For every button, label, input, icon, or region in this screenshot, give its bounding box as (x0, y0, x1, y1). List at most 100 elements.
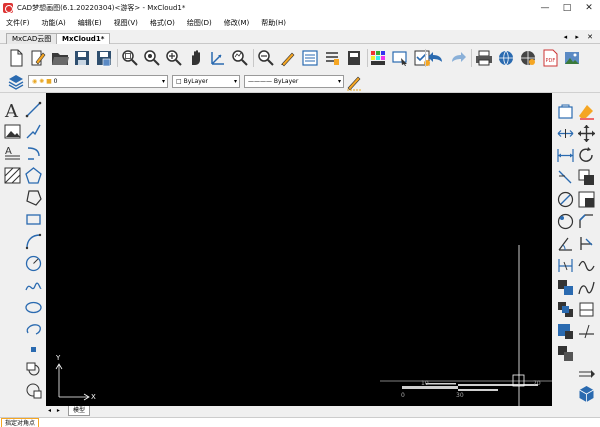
zoom-realtime-button[interactable] (230, 48, 250, 68)
array-button[interactable] (576, 189, 597, 210)
close-button[interactable]: ✕ (578, 0, 600, 16)
join-button[interactable] (576, 277, 597, 298)
explode-button[interactable] (555, 277, 576, 298)
stretch-button[interactable] (555, 123, 576, 144)
zoom-previous-button[interactable] (208, 48, 228, 68)
menu-help[interactable]: 帮助(H) (261, 18, 286, 28)
undo-button[interactable] (426, 48, 446, 68)
redo-button[interactable] (448, 48, 468, 68)
copy-clip-button[interactable] (555, 343, 576, 364)
polyline-tool-button[interactable] (23, 121, 44, 142)
mtext-tool-button[interactable]: A (2, 143, 23, 164)
zoom-window-button[interactable] (120, 48, 140, 68)
extend-button[interactable] (555, 167, 576, 188)
toolbar-separator (253, 49, 254, 67)
rotate-button[interactable] (576, 145, 597, 166)
scale-bar-segment (402, 386, 458, 389)
tab-mxcloud1[interactable]: MxCloud1* (56, 33, 111, 44)
menu-draw[interactable]: 绘图(D) (187, 18, 212, 28)
three-point-arc-button[interactable] (23, 231, 44, 252)
ungroup-button[interactable] (555, 321, 576, 342)
zoom-in-button[interactable] (164, 48, 184, 68)
drawing-canvas[interactable]: 0 10 30 70 Y X (46, 93, 552, 406)
select-tool-button[interactable] (390, 48, 410, 68)
point-tool-button[interactable] (23, 339, 44, 360)
arc-tool-button[interactable] (23, 143, 44, 164)
fillet-button[interactable] (555, 211, 576, 232)
properties-button[interactable] (300, 48, 320, 68)
block-button[interactable] (344, 48, 364, 68)
region-tool-button[interactable] (23, 187, 44, 208)
save-button[interactable] (72, 48, 92, 68)
erase-button[interactable] (576, 101, 597, 122)
save-as-button[interactable] (94, 48, 114, 68)
make-block-button[interactable] (23, 379, 44, 400)
break-button[interactable] (576, 255, 597, 276)
chamfer-icon (579, 214, 593, 228)
copy-button[interactable] (576, 167, 597, 188)
match-properties-button[interactable] (278, 48, 298, 68)
move-button[interactable] (576, 123, 597, 144)
3d-box-button[interactable] (576, 383, 597, 404)
menu-function[interactable]: 功能(A) (42, 18, 66, 28)
angle-dimension-button[interactable] (555, 233, 576, 254)
offset-button[interactable] (555, 189, 576, 210)
maximize-button[interactable]: □ (556, 0, 578, 16)
polygon-tool-button[interactable] (23, 165, 44, 186)
menu-modify[interactable]: 修改(M) (224, 18, 250, 28)
chamfer-button[interactable] (576, 211, 597, 232)
save-as-icon (97, 51, 111, 67)
rectangle-tool-button[interactable] (23, 209, 44, 230)
export-pdf-button[interactable]: PDF (540, 48, 560, 68)
text-tool-button[interactable]: A (2, 99, 23, 120)
layout-nav-arrows[interactable]: ◂ ▸ (48, 407, 62, 414)
redo-arrow-icon (452, 52, 466, 62)
ellipse-arc-button[interactable] (23, 319, 44, 340)
menu-edit[interactable]: 编辑(E) (78, 18, 102, 28)
divide-button[interactable] (576, 321, 597, 342)
ellipse-tool-button[interactable] (23, 297, 44, 318)
group-squares-icon (558, 302, 573, 317)
tab-mxcad-cloud[interactable]: MxCAD云图 (6, 33, 58, 44)
scale-label: 10 (421, 380, 429, 387)
undo-arrow-icon (428, 52, 442, 62)
scale-button[interactable] (555, 145, 576, 166)
layer-manager-button[interactable] (6, 72, 26, 92)
minimize-button[interactable]: — (534, 0, 556, 16)
trim-button[interactable] (576, 233, 597, 254)
layer-list-button[interactable] (322, 48, 342, 68)
linetype-select[interactable]: ———— ByLayer ▾ (244, 75, 344, 88)
print-button[interactable] (474, 48, 494, 68)
draw-order-button[interactable] (576, 299, 597, 320)
export-image-button[interactable] (562, 48, 582, 68)
tab-nav-controls[interactable]: ◂ ▸ ✕ (564, 33, 596, 41)
line-tool-button[interactable] (23, 99, 44, 120)
color-select[interactable]: □ ByLayer ▾ (172, 75, 240, 88)
open-file-button[interactable] (50, 48, 70, 68)
insert-block-button[interactable] (23, 359, 44, 380)
select-objects-button[interactable] (555, 101, 576, 122)
new-file-button[interactable] (6, 48, 26, 68)
tab-model[interactable]: 模型 (68, 406, 91, 416)
new-template-button[interactable] (28, 48, 48, 68)
menu-view[interactable]: 视图(V) (114, 18, 138, 28)
insert-image-button[interactable] (2, 121, 23, 142)
circle-tool-button[interactable] (23, 253, 44, 274)
menu-file[interactable]: 文件(F) (6, 18, 30, 28)
group-button[interactable] (555, 299, 576, 320)
color-palette-button[interactable] (368, 48, 388, 68)
lineweight-button[interactable] (344, 72, 364, 92)
zoom-extents-button[interactable] (142, 48, 162, 68)
array-squares-icon (578, 191, 595, 208)
zoom-out-button[interactable] (256, 48, 276, 68)
web-share-button[interactable] (518, 48, 538, 68)
layer-select[interactable]: ◉ ✺ ■ 0 ▾ (28, 75, 168, 88)
pan-button[interactable] (186, 48, 206, 68)
spline-tool-button[interactable] (23, 275, 44, 296)
web-globe-button[interactable] (496, 48, 516, 68)
menu-format[interactable]: 格式(O) (150, 18, 175, 28)
linear-dimension-button[interactable] (555, 255, 576, 276)
lengthen-button[interactable] (576, 363, 597, 384)
hatch-tool-button[interactable] (2, 165, 23, 186)
axis-arrow-icon (211, 52, 224, 65)
